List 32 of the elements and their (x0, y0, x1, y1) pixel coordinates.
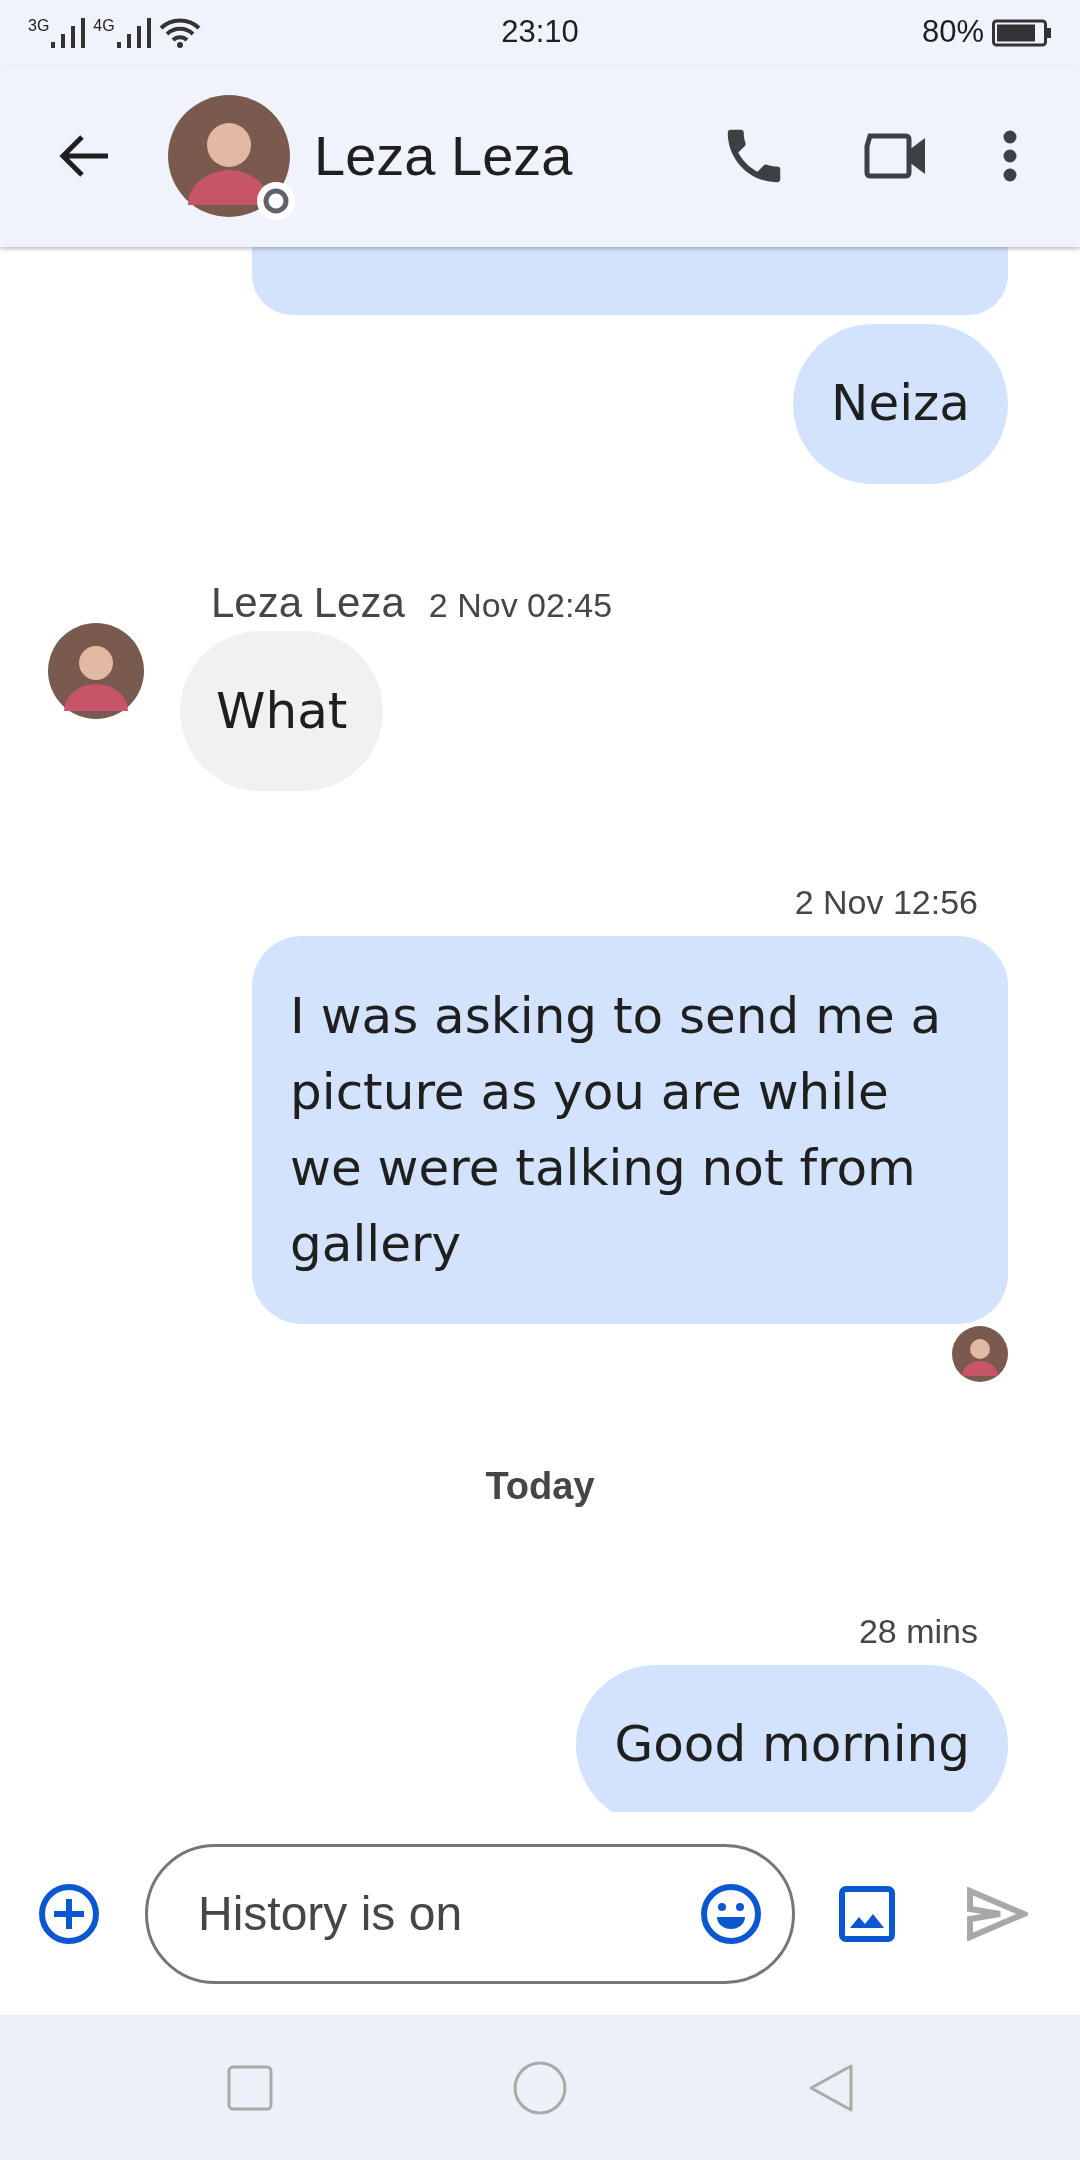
message-bubble[interactable]: Good morning (576, 1665, 1008, 1812)
signal-icon (116, 17, 153, 48)
sender-avatar[interactable] (48, 623, 144, 719)
text-input[interactable]: History is on (198, 1877, 700, 1950)
message-input-field[interactable]: History is on (145, 1843, 795, 1984)
clock-time: 23:10 (500, 13, 580, 52)
contact-name[interactable]: Leza Leza (314, 114, 573, 198)
network-type-label: 4G (93, 17, 115, 34)
message-timestamp: 2 Nov 12:56 (794, 882, 978, 923)
video-camera-icon (864, 132, 928, 180)
message-timestamp: 28 mins (858, 1611, 978, 1652)
message-timestamp: 2 Nov 02:45 (428, 585, 613, 626)
battery-icon (992, 18, 1052, 47)
date-divider: Today (485, 1464, 595, 1509)
image-icon (839, 1885, 895, 1942)
message-bubble[interactable]: I was asking to send me a picture as you are while we were talking not from gallery (252, 936, 1008, 1324)
more-vertical-icon (1003, 130, 1017, 182)
battery-percent: 80% (921, 13, 984, 52)
sender-name: Leza Leza (211, 578, 405, 628)
message-bubble[interactable]: Neiza (793, 324, 1008, 484)
plus-circle-icon (38, 1882, 100, 1945)
signal-icon (51, 17, 88, 48)
add-button[interactable] (38, 1882, 100, 1945)
emoji-icon[interactable] (700, 1882, 762, 1945)
gallery-button[interactable] (837, 1883, 897, 1944)
back-arrow-icon (58, 134, 110, 178)
status-ring-icon (256, 181, 296, 221)
network-type-label: 3G (28, 17, 50, 34)
contact-avatar[interactable] (168, 95, 290, 217)
message-bubble[interactable]: What (180, 631, 384, 791)
send-icon (966, 1886, 1028, 1941)
wifi-icon (158, 17, 203, 48)
